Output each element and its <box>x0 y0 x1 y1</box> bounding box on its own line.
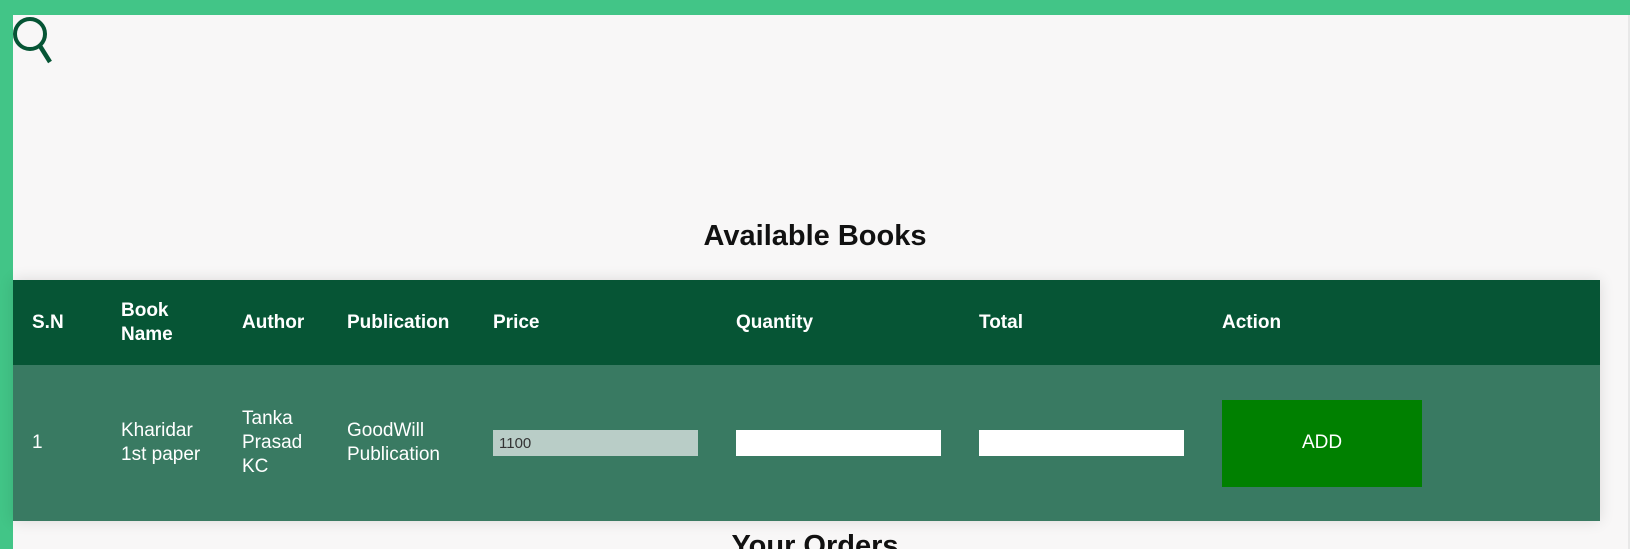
orders-title: Your Orders <box>731 530 899 549</box>
column-header-publication: Publication <box>347 311 450 333</box>
cell-action: ADD <box>1203 365 1600 521</box>
cell-quantity <box>717 365 960 521</box>
page-title: Available Books <box>703 220 927 252</box>
column-header-action: Action <box>1222 311 1282 333</box>
cell-total <box>960 365 1203 521</box>
books-table: S.N Book Name Author Publication Price Q… <box>13 280 1600 521</box>
column-header-sn: S.N <box>32 311 64 333</box>
quantity-input[interactable] <box>736 430 941 456</box>
top-accent-bar <box>0 0 1630 15</box>
cell-publication: GoodWill Publication <box>347 420 440 465</box>
cell-price <box>474 365 717 521</box>
cell-sn: 1 <box>32 432 43 453</box>
cell-author: Tanka Prasad KC <box>242 408 303 477</box>
table-row: 1 Kharidar 1st paper Tanka Prasad KC Goo… <box>13 365 1600 521</box>
column-header-total: Total <box>979 311 1023 333</box>
column-header-price: Price <box>493 311 540 333</box>
books-table-container: S.N Book Name Author Publication Price Q… <box>13 280 1600 521</box>
left-accent-bar <box>0 0 13 549</box>
search-icon <box>13 17 52 64</box>
column-header-author: Author <box>242 311 305 333</box>
column-header-quantity: Quantity <box>736 311 814 333</box>
search-button[interactable] <box>12 15 54 67</box>
cell-book-name: Kharidar 1st paper <box>121 420 201 465</box>
total-input[interactable] <box>979 430 1184 456</box>
price-input[interactable] <box>493 430 698 456</box>
table-header-row: S.N Book Name Author Publication Price Q… <box>13 280 1600 365</box>
add-button[interactable]: ADD <box>1222 399 1422 487</box>
column-header-book-name: Book Name <box>121 299 173 345</box>
